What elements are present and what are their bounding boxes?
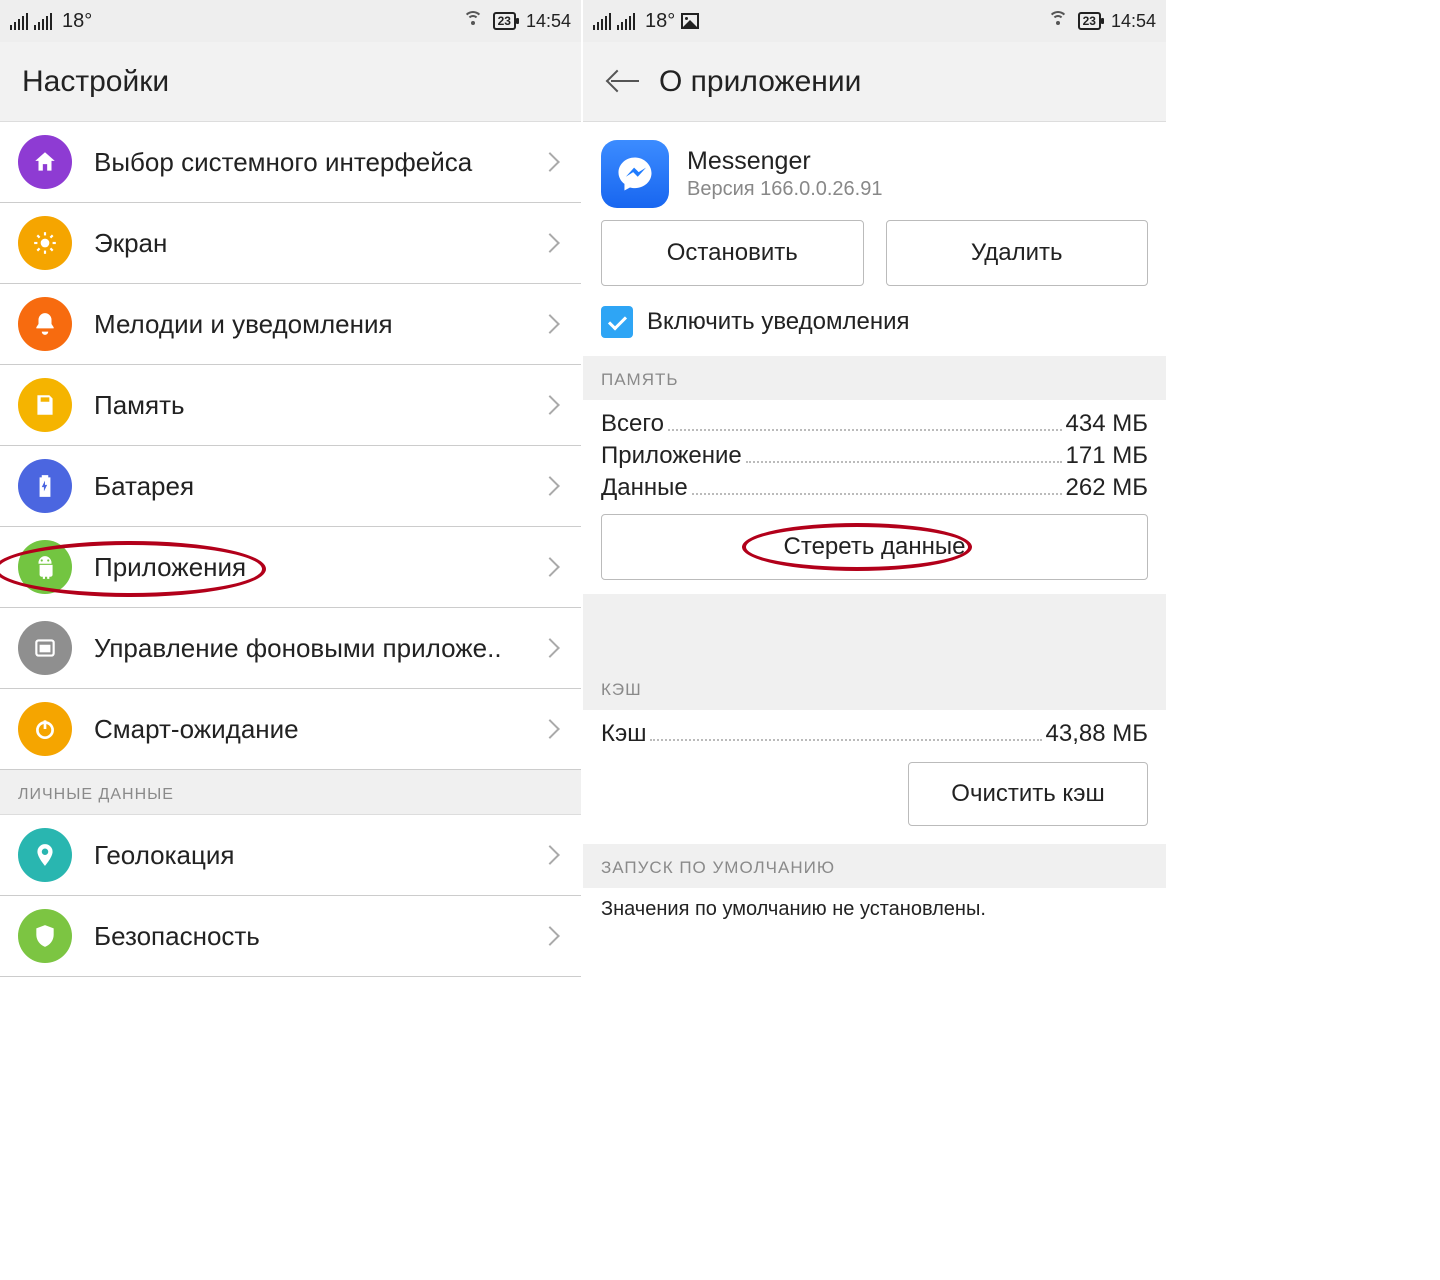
- clear-cache-button[interactable]: Очистить кэш: [908, 762, 1148, 826]
- settings-title: Настройки: [22, 65, 169, 99]
- chevron-right-icon: [540, 845, 560, 865]
- label: Выбор системного интерфейса: [94, 147, 543, 178]
- label: Безопасность: [94, 921, 543, 952]
- signal-icon-2: [34, 12, 52, 30]
- window-icon: [18, 621, 72, 675]
- status-bar: 18° 23 14:54: [0, 0, 581, 42]
- app-info-header: О приложении: [583, 42, 1166, 122]
- label: Приложения: [94, 552, 543, 583]
- item-battery[interactable]: Батарея: [0, 446, 581, 527]
- signal-icon-2: [617, 12, 635, 30]
- wifi-icon: [463, 11, 483, 31]
- save-icon: [18, 378, 72, 432]
- shield-icon: [18, 909, 72, 963]
- item-display[interactable]: Экран: [0, 203, 581, 284]
- app-info-title: О приложении: [659, 65, 861, 99]
- chevron-right-icon: [540, 233, 560, 253]
- label: Экран: [94, 228, 543, 259]
- home-icon: [18, 135, 72, 189]
- temperature: 18°: [645, 10, 675, 33]
- erase-data-button[interactable]: Стереть данные: [601, 514, 1148, 580]
- android-icon: [18, 540, 72, 594]
- chevron-right-icon: [540, 152, 560, 172]
- label: Батарея: [94, 471, 543, 502]
- chevron-right-icon: [540, 476, 560, 496]
- section-personal: ЛИЧНЫЕ ДАННЫЕ: [0, 770, 581, 815]
- chevron-right-icon: [540, 395, 560, 415]
- chevron-right-icon: [540, 638, 560, 658]
- label: Геолокация: [94, 840, 543, 871]
- label: Управление фоновыми приложе..: [94, 633, 543, 664]
- messenger-icon: [601, 140, 669, 208]
- app-version: Версия 166.0.0.26.91: [687, 178, 882, 201]
- clock: 14:54: [1111, 11, 1156, 32]
- bell-icon: [18, 297, 72, 351]
- row-total: Всего434 МБ: [601, 410, 1148, 438]
- checkbox-checked-icon[interactable]: [601, 306, 633, 338]
- item-background-apps[interactable]: Управление фоновыми приложе..: [0, 608, 581, 689]
- picture-icon: [681, 13, 699, 29]
- notifications-checkbox-row[interactable]: Включить уведомления: [583, 300, 1166, 356]
- label: Память: [94, 390, 543, 421]
- notifications-label: Включить уведомления: [647, 308, 910, 336]
- settings-list: Выбор системного интерфейса Экран Мелоди…: [0, 122, 581, 977]
- app-name: Messenger: [687, 147, 882, 176]
- cache-header: КЭШ: [583, 666, 1166, 710]
- power-icon: [18, 702, 72, 756]
- app-info-pane: 18° 23 14:54 О приложении Messenger Верс…: [583, 0, 1166, 977]
- spacer: [583, 594, 1166, 666]
- settings-header: Настройки: [0, 42, 581, 122]
- status-bar: 18° 23 14:54: [583, 0, 1166, 42]
- battery-icon: 23: [1078, 12, 1101, 30]
- item-smart-wait[interactable]: Смарт-ожидание: [0, 689, 581, 770]
- signal-icon-1: [593, 12, 611, 30]
- erase-data-label: Стереть данные: [784, 533, 966, 561]
- temperature: 18°: [62, 10, 92, 33]
- row-app: Приложение171 МБ: [601, 442, 1148, 470]
- sun-icon: [18, 216, 72, 270]
- signal-icon-1: [10, 12, 28, 30]
- delete-button[interactable]: Удалить: [886, 220, 1149, 286]
- item-storage[interactable]: Память: [0, 365, 581, 446]
- chevron-right-icon: [540, 557, 560, 577]
- back-button[interactable]: [605, 62, 645, 102]
- launch-default-header: ЗАПУСК ПО УМОЛЧАНИЮ: [583, 844, 1166, 888]
- label: Мелодии и уведомления: [94, 309, 543, 340]
- label: Смарт-ожидание: [94, 714, 543, 745]
- memory-header: ПАМЯТЬ: [583, 356, 1166, 400]
- item-geolocation[interactable]: Геолокация: [0, 815, 581, 896]
- row-data: Данные262 МБ: [601, 474, 1148, 502]
- chevron-right-icon: [540, 926, 560, 946]
- item-security[interactable]: Безопасность: [0, 896, 581, 977]
- item-apps[interactable]: Приложения: [0, 527, 581, 608]
- chevron-right-icon: [540, 719, 560, 739]
- app-summary: Messenger Версия 166.0.0.26.91: [583, 122, 1166, 220]
- battery-icon: [18, 459, 72, 513]
- row-cache: Кэш43,88 МБ: [601, 720, 1148, 748]
- chevron-right-icon: [540, 314, 560, 334]
- stop-button[interactable]: Остановить: [601, 220, 864, 286]
- item-system-ui[interactable]: Выбор системного интерфейса: [0, 122, 581, 203]
- clock: 14:54: [526, 11, 571, 32]
- pin-icon: [18, 828, 72, 882]
- settings-pane: 18° 23 14:54 Настройки Выбор системного …: [0, 0, 583, 977]
- defaults-note: Значения по умолчанию не установлены.: [583, 888, 1166, 931]
- item-sound[interactable]: Мелодии и уведомления: [0, 284, 581, 365]
- wifi-icon: [1048, 11, 1068, 31]
- battery-icon: 23: [493, 12, 516, 30]
